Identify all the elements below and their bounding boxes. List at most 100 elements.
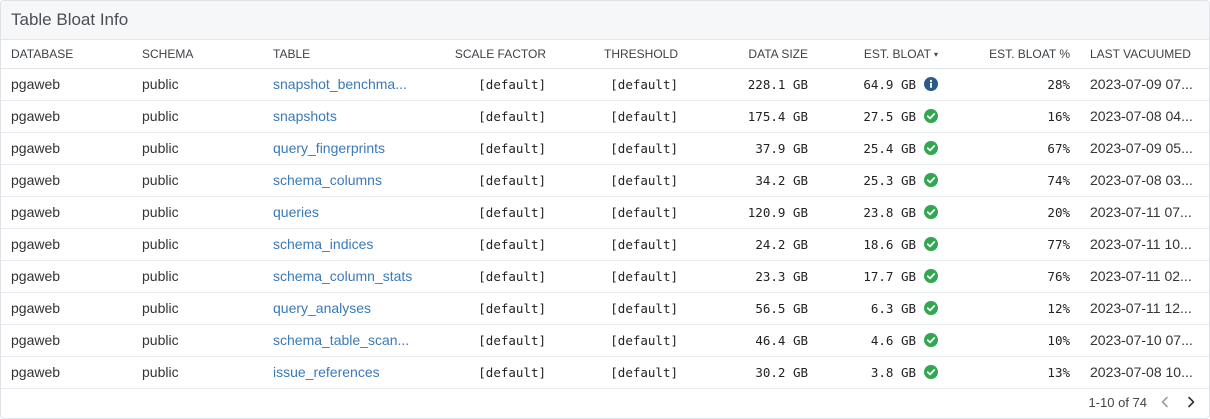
column-header-est-bloat[interactable]: EST. BLOAT ▾ [818,40,948,69]
cell-schema: public [132,164,263,197]
cell-threshold: [default] [556,68,688,101]
cell-table[interactable]: queries [263,196,441,229]
est-bloat-value: 23.8 GB [863,204,916,220]
info-icon[interactable] [924,77,938,91]
table-link[interactable]: schema_table_scan... [273,332,409,348]
cell-table[interactable]: snapshot_benchma... [263,68,441,101]
cell-database: pgaweb [1,164,132,197]
table-row: pgaweb public snapshots [default] [default] 1… [1,100,1209,133]
cell-database: pgaweb [1,196,132,229]
column-header-label: SCHEMA [142,46,194,61]
table-link[interactable]: schema_columns [273,172,382,188]
pagination-label: 1-10 of 74 [1088,394,1147,410]
table-link[interactable]: schema_column_stats [273,268,412,284]
cell-database: pgaweb [1,100,132,133]
cell-last-vacuumed: 2023-07-08 04... [1080,100,1209,133]
cell-threshold: [default] [556,164,688,197]
cell-data-size: 23.3 GB [688,260,818,293]
column-header-scale-factor[interactable]: SCALE FACTOR [441,40,556,69]
cell-schema: public [132,68,263,101]
est-bloat-value: 64.9 GB [863,76,916,92]
table-row: pgaweb public schema_indices [default] [defa… [1,228,1209,261]
cell-last-vacuumed: 2023-07-10 07... [1080,324,1209,357]
table-link[interactable]: query_analyses [273,300,371,316]
table-link[interactable]: queries [273,204,319,220]
est-bloat-value: 6.3 GB [870,300,916,316]
panel-header: Table Bloat Info [1,1,1209,40]
column-header-label: TABLE [273,46,311,61]
column-header-schema[interactable]: SCHEMA [132,40,263,69]
chevron-left-icon[interactable] [1157,394,1173,410]
check-circle-icon [924,237,938,251]
cell-threshold: [default] [556,228,688,261]
cell-data-size: 175.4 GB [688,100,818,133]
est-bloat-value: 27.5 GB [863,108,916,124]
cell-schema: public [132,100,263,133]
table-row: pgaweb public schema_columns [default] [defa… [1,164,1209,197]
table-link[interactable]: query_fingerprints [273,140,385,156]
check-circle-icon [924,141,938,155]
cell-table[interactable]: schema_indices [263,228,441,261]
cell-data-size: 228.1 GB [688,68,818,101]
table-row: pgaweb public query_fingerprints [default][… [1,132,1209,165]
check-circle-icon [924,333,938,347]
table-row: pgaweb public query_analyses [default] [defa… [1,292,1209,325]
cell-table[interactable]: query_fingerprints [263,132,441,165]
table-link[interactable]: snapshot_benchma... [273,76,407,92]
check-circle-icon [924,301,938,315]
cell-est-bloat: 6.3 GB [818,292,948,325]
cell-threshold: [default] [556,132,688,165]
table-header-row: DATABASE SCHEMA TABLE SCALE FACTOR THRESHOLD… [1,40,1209,69]
column-header-threshold[interactable]: THRESHOLD [556,40,688,69]
cell-table[interactable]: issue_references [263,356,441,389]
table-link[interactable]: issue_references [273,364,380,380]
column-header-last-vacuumed[interactable]: LAST VACUUMED [1080,40,1209,69]
table-link[interactable]: schema_indices [273,236,373,252]
table-link[interactable]: snapshots [273,108,337,124]
est-bloat-value: 4.6 GB [870,332,916,348]
cell-schema: public [132,196,263,229]
cell-est-bloat-pct: 76% [948,260,1080,293]
cell-last-vacuumed: 2023-07-08 03... [1080,164,1209,197]
cell-scale-factor: [default] [441,196,556,229]
cell-table[interactable]: query_analyses [263,292,441,325]
column-header-table[interactable]: TABLE [263,40,441,69]
column-header-est-bloat-pct[interactable]: EST. BLOAT % [948,40,1080,69]
cell-est-bloat: 4.6 GB [818,324,948,357]
cell-scale-factor: [default] [441,164,556,197]
sort-desc-icon: ▾ [933,50,938,60]
cell-last-vacuumed: 2023-07-09 05... [1080,132,1209,165]
table-row: pgaweb public snapshot_benchma... [default]… [1,68,1209,101]
check-circle-icon [924,109,938,123]
cell-data-size: 30.2 GB [688,356,818,389]
chevron-right-icon[interactable] [1183,394,1199,410]
cell-est-bloat-pct: 20% [948,196,1080,229]
cell-table[interactable]: snapshots [263,100,441,133]
column-header-label: SCALE FACTOR [454,46,546,61]
cell-est-bloat-pct: 28% [948,68,1080,101]
cell-threshold: [default] [556,100,688,133]
cell-threshold: [default] [556,260,688,293]
cell-est-bloat-pct: 67% [948,132,1080,165]
cell-scale-factor: [default] [441,132,556,165]
table-body: pgaweb public snapshot_benchma... [default]… [1,68,1209,389]
est-bloat-value: 17.7 GB [863,268,916,284]
cell-table[interactable]: schema_columns [263,164,441,197]
column-header-data-size[interactable]: DATA SIZE [688,40,818,69]
est-bloat-value: 3.8 GB [870,364,916,380]
cell-scale-factor: [default] [441,292,556,325]
cell-scale-factor: [default] [441,324,556,357]
cell-database: pgaweb [1,260,132,293]
cell-est-bloat-pct: 13% [948,356,1080,389]
cell-threshold: [default] [556,292,688,325]
check-circle-icon [924,205,938,219]
cell-est-bloat-pct: 16% [948,100,1080,133]
cell-est-bloat-pct: 12% [948,292,1080,325]
cell-last-vacuumed: 2023-07-09 07... [1080,68,1209,101]
cell-table[interactable]: schema_column_stats [263,260,441,293]
cell-table[interactable]: schema_table_scan... [263,324,441,357]
column-header-label: EST. BLOAT % [989,46,1070,61]
column-header-database[interactable]: DATABASE [1,40,132,69]
bloat-table: DATABASE SCHEMA TABLE SCALE FACTOR THRESHOLD… [1,40,1209,389]
cell-database: pgaweb [1,68,132,101]
